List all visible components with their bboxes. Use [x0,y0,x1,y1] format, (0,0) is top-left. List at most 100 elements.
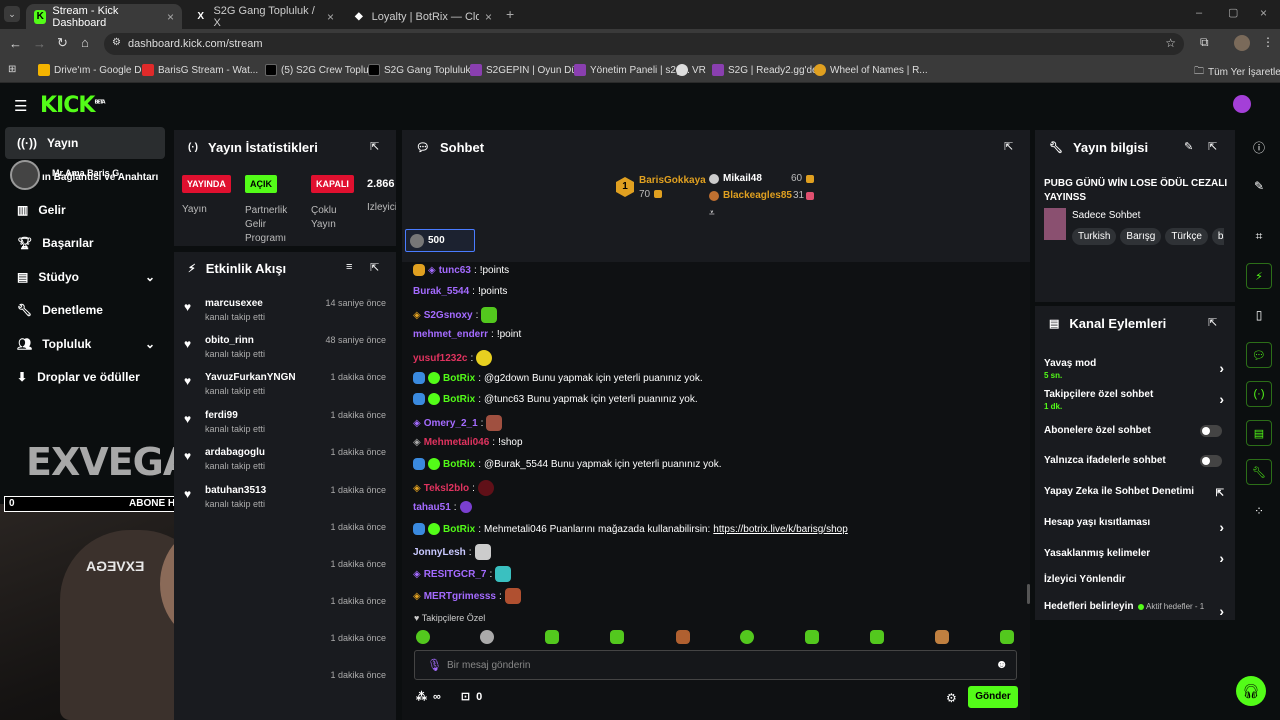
emote-icon[interactable] [870,630,884,644]
chat-icon[interactable]: 💬︎ [1246,342,1272,368]
apps-icon[interactable]: ⁘ [1246,498,1272,524]
chat-settings-icon[interactable]: ⚙ [946,691,957,705]
subscribers-only-toggle[interactable] [1200,425,1222,437]
bookmark-item[interactable]: BarisG Stream - Wat... [142,64,258,76]
wrench-icon[interactable]: 🔧︎ [1246,459,1272,485]
sidebar-item-droplar[interactable]: ⬇ Droplar ve ödüller [5,361,165,393]
expand-leaderboard-icon[interactable]: ⩡ [709,208,715,219]
emote-only-toggle[interactable] [1200,455,1222,467]
send-button[interactable]: Gönder [968,686,1018,708]
close-tab-icon[interactable]: × [167,10,174,24]
reload-icon[interactable]: ↻ [57,35,68,51]
emoji-icon[interactable]: ☻ [995,657,1008,671]
emote-icon[interactable] [935,630,949,644]
dashboard-icon[interactable]: ▤ [1246,420,1272,446]
bookmark-item[interactable]: S2GEPIN | Oyun Dü... [470,64,585,76]
maximize-icon[interactable]: ▢ [1228,6,1238,19]
emote-icon[interactable] [610,630,624,644]
emote-icon[interactable] [740,630,754,644]
filter-icon[interactable]: ≡ [346,261,352,273]
emote-icon[interactable] [676,630,690,644]
tag[interactable]: Turkish [1072,228,1117,245]
bookmark-item[interactable]: (5) S2G Crew Toplul... [265,64,379,76]
emote-icon[interactable] [805,630,819,644]
popout-icon[interactable]: ⇱ [370,261,379,274]
site-info-icon[interactable]: ⚙ [112,37,121,48]
emote-icon[interactable] [545,630,559,644]
tag[interactable]: Türkçe [1165,228,1208,245]
popout-icon[interactable]: ⇱ [1004,140,1013,153]
points-icon[interactable]: ⁂ [416,690,427,703]
chevron-down-icon[interactable]: ⌄ [145,270,155,284]
raid-row[interactable]: İzleyici Yönlendir [1044,574,1224,585]
slow-mode-row[interactable]: Yavaş mod 5 sn. › [1044,358,1224,380]
chat-scrollbar[interactable] [1027,584,1030,604]
mic-icon[interactable]: 🎙︎ [427,658,442,672]
bookmark-item[interactable]: Wheel of Names | R... [814,64,928,76]
close-tab-icon[interactable]: × [485,10,492,24]
leaderboard-third-name[interactable]: Blackeagles85 [723,190,792,201]
forward-icon[interactable]: → [33,36,46,51]
pinned-gift-chip[interactable]: 500 [405,229,475,252]
user-avatar[interactable] [1233,95,1251,113]
sidebar-item-denetleme[interactable]: 🔧︎ Denetleme [5,294,165,326]
popout-icon[interactable]: ⇱ [1208,316,1217,329]
ai-moderation-row[interactable]: Yapay Zeka ile Sohbet Denetimi ⇱ [1044,486,1224,499]
extensions-icon[interactable]: ⧉ [1200,35,1209,50]
menu-kebab-icon[interactable]: ⋮ [1262,35,1274,49]
bookmark-star-icon[interactable]: ☆ [1165,36,1176,50]
close-window-icon[interactable]: × [1260,6,1267,20]
bookmark-item[interactable]: VR [676,64,706,76]
profile-avatar[interactable] [1234,35,1250,51]
support-icon[interactable]: 🎧︎ [1236,676,1266,706]
sidebar-item-gelir[interactable]: ▥ Gelir [5,194,165,226]
chevron-down-icon[interactable]: ⌄ [145,337,155,351]
info-icon[interactable]: ⓘ [1246,134,1272,160]
all-bookmarks[interactable]: 🗀 Tüm Yer İşaretleri [1194,64,1280,81]
tag[interactable]: ba [1211,228,1224,245]
popout-icon[interactable]: ⇱ [1208,140,1217,153]
bookmark-item[interactable]: S2G | Ready2.gg'de... [712,64,826,76]
kick-logo[interactable]: KICKBETA [40,93,106,118]
home-icon[interactable]: ⌂ [81,35,89,50]
chat-input[interactable]: 🎙︎ Bir mesaj gönderin ☻ [414,650,1017,680]
leaderboard-first-name[interactable]: BarisGokkaya [639,175,706,186]
emote-icon[interactable] [480,630,494,644]
url-field[interactable]: ⚙ dashboard.kick.com/stream ☆ [104,33,1184,55]
document-icon[interactable]: ▯ [1246,302,1272,328]
tab-botrix-loyalty[interactable]: ◆ Loyalty | BotRix — Cloud Stream × [344,4,500,29]
shop-link[interactable]: https://botrix.live/k/barisg/shop [713,524,848,535]
broadcast-icon[interactable]: (·) [1246,381,1272,407]
sidebar-item-yayin[interactable]: ((·)) Yayın [5,127,165,159]
sidebar-item-studyo[interactable]: ▤ Stüdyo ⌄ [5,261,165,293]
banned-words-row[interactable]: Yasaklanmış kelimeler › [1044,548,1224,566]
followers-only-row[interactable]: Takipçilere özel sohbet 1 dk. › [1044,389,1224,411]
heart-icon: ♥ [184,449,192,463]
edit-icon[interactable]: ✎ [1184,140,1193,153]
tab-kick-dashboard[interactable]: K Stream - Kick Dashboard × [26,4,182,29]
new-tab-icon[interactable]: + [506,6,514,22]
lightning-icon[interactable]: ⚡︎ [1246,263,1272,289]
tag[interactable]: Barışg [1120,228,1162,245]
emote-icon[interactable] [1000,630,1014,644]
bookmark-item[interactable]: S2G Gang Topluluk... [368,64,479,76]
scan-icon[interactable]: ⌗ [1246,223,1272,249]
sidebar-item-topluluk[interactable]: 👥︎ Topluluk ⌄ [5,328,165,360]
goals-row[interactable]: Hedefleri belirleyin Aktif hedefler - 1 › [1044,601,1224,619]
store-icon[interactable]: ⊡ [461,690,470,703]
back-icon[interactable]: ← [9,36,22,51]
tab-list-chevron-icon[interactable]: ⌄ [4,6,20,22]
apps-grid-icon[interactable]: ⊞ [8,64,16,75]
bookmark-item[interactable]: Drive'ım - Google D... [38,64,150,76]
account-age-row[interactable]: Hesap yaşı kısıtlaması › [1044,517,1224,535]
bookmark-item[interactable]: Yönetim Paneli | s2g... [574,64,690,76]
tab-x-community[interactable]: X S2G Gang Topluluk / X × [186,4,342,29]
minimize-icon[interactable]: – [1196,7,1202,19]
emote-icon[interactable] [416,630,430,644]
popout-icon[interactable]: ⇱ [370,140,379,153]
leaderboard-second-name[interactable]: Mikail48 [723,173,762,184]
pencil-icon[interactable]: ✎ [1246,173,1272,199]
close-tab-icon[interactable]: × [327,10,334,24]
hamburger-menu-icon[interactable]: ☰ [14,97,27,115]
sidebar-item-basarilar[interactable]: 🏆︎ Başarılar [5,227,165,259]
